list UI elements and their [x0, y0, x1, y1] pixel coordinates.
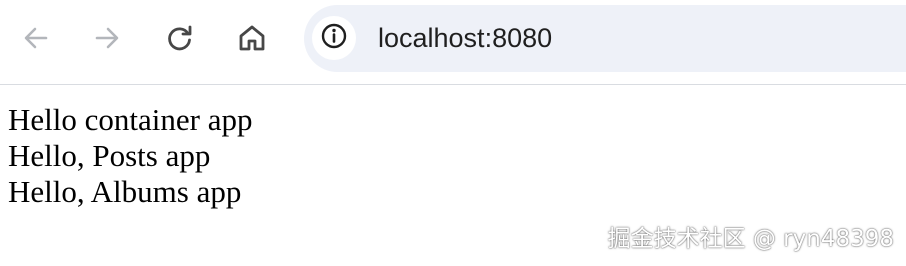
container-app-line: Hello container app	[8, 102, 253, 137]
site-info-button[interactable]	[312, 16, 356, 60]
watermark: 掘金技术社区 @ ryn48398	[607, 226, 894, 252]
reload-button[interactable]	[156, 14, 204, 62]
arrow-right-icon	[92, 23, 122, 53]
browser-toolbar: localhost:8080	[0, 0, 906, 85]
home-button[interactable]	[228, 14, 276, 62]
arrow-left-icon	[21, 23, 51, 53]
forward-button[interactable]	[83, 14, 131, 62]
info-icon	[320, 22, 348, 55]
back-button[interactable]	[12, 14, 60, 62]
posts-app-line: Hello, Posts app	[8, 138, 211, 173]
page-content: Hello container app Hello, Posts app Hel…	[8, 102, 252, 210]
reload-icon	[165, 23, 195, 53]
home-icon	[237, 23, 267, 53]
address-bar[interactable]: localhost:8080	[304, 5, 906, 72]
albums-app-line: Hello, Albums app	[8, 174, 242, 209]
url-text[interactable]: localhost:8080	[378, 21, 552, 55]
